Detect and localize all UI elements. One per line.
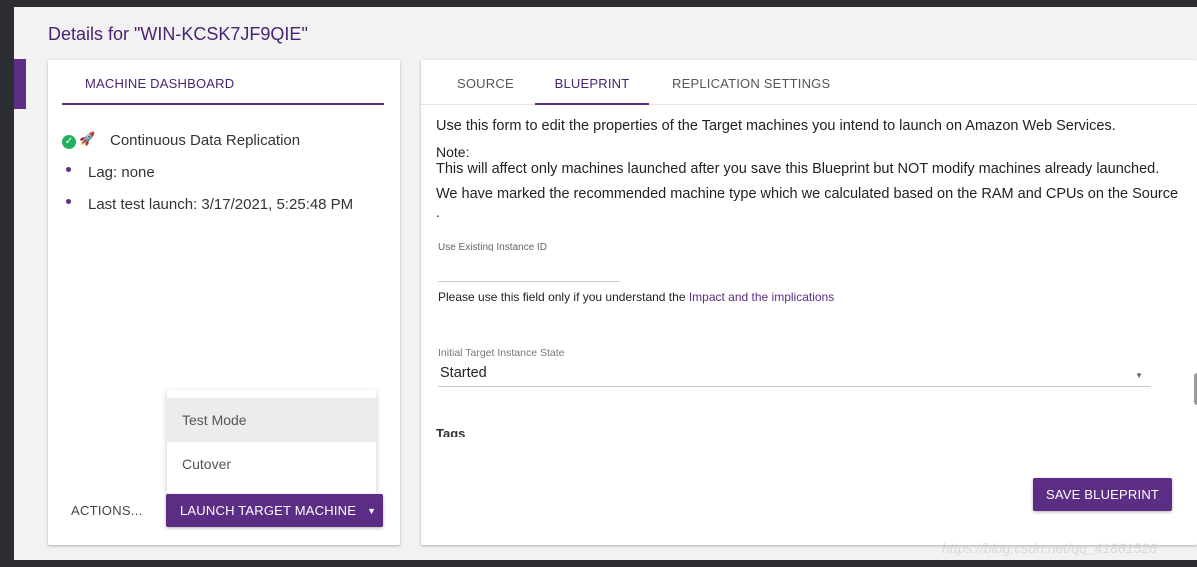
impact-link[interactable]: Impact and the implications xyxy=(689,290,834,304)
tab-replication-settings[interactable]: REPLICATION SETTINGS xyxy=(672,60,830,105)
bullet-icon xyxy=(66,167,71,172)
menu-item-cutover[interactable]: Cutover xyxy=(167,442,376,486)
launch-dropdown-menu: Test Mode Cutover xyxy=(167,390,376,494)
status-label: Lag: none xyxy=(88,163,155,181)
launch-button-label: LAUNCH TARGET MACHINE xyxy=(180,503,357,518)
watermark: https://blog.csdn.net/qq_41861526 xyxy=(942,540,1157,556)
machine-dashboard-card: MACHINE DASHBOARD ✓ 🚀 Continuous Data Re… xyxy=(48,60,400,545)
tab-machine-dashboard[interactable]: MACHINE DASHBOARD xyxy=(62,60,384,105)
status-label: Continuous Data Replication xyxy=(110,131,301,149)
help-prefix: Please use this field only if you unders… xyxy=(438,290,689,304)
initial-state-select[interactable]: Started ▼ xyxy=(438,363,1151,387)
status-item-lag: Lag: none xyxy=(62,156,353,188)
note-label: Note: xyxy=(436,144,470,160)
status-label: Last test launch: 3/17/2021, 5:25:48 PM xyxy=(88,195,354,213)
page-title: Details for "WIN-KCSK7JF9QIE" xyxy=(48,24,308,44)
intro-text: Use this form to edit the properties of … xyxy=(436,118,1116,134)
existing-instance-label: Use Existing Instance ID xyxy=(438,242,547,251)
existing-instance-input[interactable] xyxy=(438,270,620,282)
bullet-icon xyxy=(66,199,71,204)
check-circle-icon: ✓ xyxy=(62,135,76,149)
tab-bar: SOURCE BLUEPRINT REPLICATION SETTINGS xyxy=(421,60,1197,105)
status-item-last-test-launch: Last test launch: 3/17/2021, 5:25:48 PM xyxy=(62,188,353,220)
launch-target-machine-button[interactable]: LAUNCH TARGET MACHINE ▼ xyxy=(166,494,383,527)
status-item-replication: ✓ 🚀 Continuous Data Replication xyxy=(62,124,353,156)
initial-state-label: Initial Target Instance State xyxy=(438,347,565,359)
rocket-icon: 🚀 xyxy=(79,131,96,146)
existing-instance-help: Please use this field only if you unders… xyxy=(438,290,834,304)
menu-item-test-mode[interactable]: Test Mode xyxy=(167,398,376,442)
page: Details for "WIN-KCSK7JF9QIE" MACHINE DA… xyxy=(14,7,1197,560)
tags-heading: Tags xyxy=(436,426,466,437)
note-text: This will affect only machines launched … xyxy=(436,161,1160,177)
caret-down-icon: ▼ xyxy=(1135,371,1143,380)
save-blueprint-button[interactable]: SAVE BLUEPRINT xyxy=(1033,478,1172,511)
tab-source[interactable]: SOURCE xyxy=(457,60,514,105)
actions-label: ACTIONS... xyxy=(71,503,143,518)
blueprint-card: SOURCE BLUEPRINT REPLICATION SETTINGS Us… xyxy=(421,60,1197,545)
left-nav-accent xyxy=(14,59,26,109)
status-list: ✓ 🚀 Continuous Data Replication Lag: non… xyxy=(62,124,353,220)
initial-state-value: Started xyxy=(440,365,487,381)
recommend-text: We have marked the recommended machine t… xyxy=(436,186,1179,202)
recommend-tail: . xyxy=(436,204,440,220)
caret-down-icon: ▼ xyxy=(367,505,377,516)
tab-blueprint[interactable]: BLUEPRINT xyxy=(535,60,649,105)
